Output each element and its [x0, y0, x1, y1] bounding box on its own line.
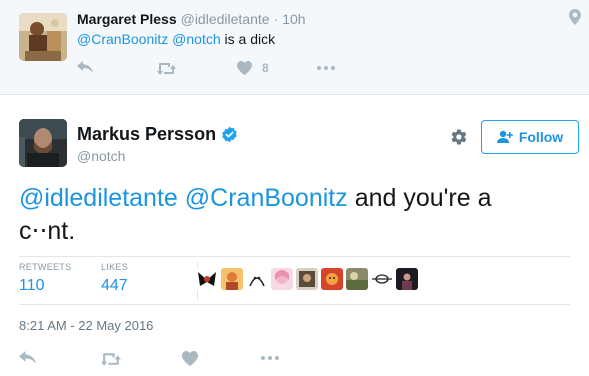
liker-avatar[interactable]	[196, 268, 218, 290]
location-pin-icon	[569, 9, 581, 25]
parent-tweet-text: @CranBoonitz @notch is a dick	[77, 31, 275, 47]
parent-separator: ·	[273, 11, 279, 27]
stats-divider-top	[19, 256, 570, 257]
main-text-rest: and you're a	[354, 184, 492, 212]
main-mention-cranboonitz[interactable]: @CranBoonitz	[185, 184, 348, 212]
main-author-name-row[interactable]: Markus Persson	[77, 124, 238, 145]
main-mention-idlediletante[interactable]: @idlediletante	[19, 184, 178, 212]
parent-mention-cranboonitz[interactable]: @CranBoonitz	[77, 31, 168, 47]
parent-like-count: 8	[262, 61, 269, 75]
main-like-button[interactable]	[182, 348, 198, 368]
retweets-value: 110	[19, 277, 45, 294]
reply-icon	[19, 350, 36, 364]
liker-avatar[interactable]	[271, 268, 293, 290]
main-author-handle[interactable]: @notch	[77, 148, 125, 164]
main-action-bar	[19, 348, 319, 368]
parent-reply-button[interactable]	[77, 58, 93, 78]
main-more-button[interactable]	[261, 348, 279, 368]
parent-mention-notch[interactable]: @notch	[172, 31, 220, 47]
more-icon	[261, 356, 279, 360]
parent-avatar-image	[19, 13, 67, 61]
parent-more-button[interactable]	[317, 58, 335, 78]
parent-text-rest: is a dick	[224, 31, 276, 47]
main-author-name[interactable]: Markus Persson	[77, 124, 216, 145]
liker-avatar[interactable]	[321, 268, 343, 290]
parent-author-row: Margaret Pless @idlediletante · 10h	[77, 11, 306, 27]
parent-tweet[interactable]: Margaret Pless @idlediletante · 10h @CranBo…	[0, 0, 589, 95]
parent-author-handle[interactable]: @idlediletante	[181, 11, 270, 27]
main-text-line2: c⋅⋅nt.	[19, 217, 76, 245]
follow-button-label: Follow	[518, 129, 564, 145]
liker-avatar[interactable]	[296, 268, 318, 290]
main-avatar-image	[19, 119, 67, 167]
likes-value: 447	[101, 277, 128, 294]
main-retweet-button[interactable]	[101, 348, 122, 368]
follow-person-icon	[496, 130, 513, 143]
parent-author-avatar[interactable]	[19, 13, 67, 61]
liker-avatar[interactable]	[246, 268, 268, 290]
heart-icon	[182, 350, 198, 366]
follow-button[interactable]: Follow	[481, 120, 579, 154]
liker-avatar[interactable]	[346, 268, 368, 290]
verified-badge-icon	[222, 126, 237, 143]
parent-retweet-button[interactable]	[157, 58, 177, 78]
liker-avatar[interactable]	[371, 268, 393, 290]
retweet-icon	[157, 63, 176, 75]
parent-time-ago[interactable]: 10h	[282, 11, 305, 27]
more-icon	[317, 66, 335, 70]
parent-action-bar: 8	[77, 58, 377, 78]
tweet-timestamp[interactable]: 8:21 AM - 22 May 2016	[19, 318, 153, 333]
retweets-stat[interactable]: RETWEETS 110	[19, 262, 71, 295]
likes-stat[interactable]: LIKES 447	[101, 262, 128, 295]
main-reply-button[interactable]	[19, 348, 36, 368]
parent-author-name[interactable]: Margaret Pless	[77, 11, 177, 27]
stats-divider-bottom	[19, 304, 570, 305]
liker-avatars	[196, 268, 418, 290]
heart-icon	[237, 61, 252, 75]
likes-label: LIKES	[101, 262, 129, 272]
main-author-avatar[interactable]	[19, 119, 67, 167]
reply-icon	[77, 61, 93, 73]
main-tweet-text: @idlediletante @CranBoonitz and you're a…	[19, 182, 569, 248]
retweets-label: RETWEETS	[19, 262, 72, 272]
retweet-icon	[101, 352, 121, 366]
liker-avatar[interactable]	[221, 268, 243, 290]
gear-icon[interactable]	[450, 128, 468, 146]
liker-avatar[interactable]	[396, 268, 418, 290]
parent-like-button[interactable]: 8	[237, 58, 269, 78]
